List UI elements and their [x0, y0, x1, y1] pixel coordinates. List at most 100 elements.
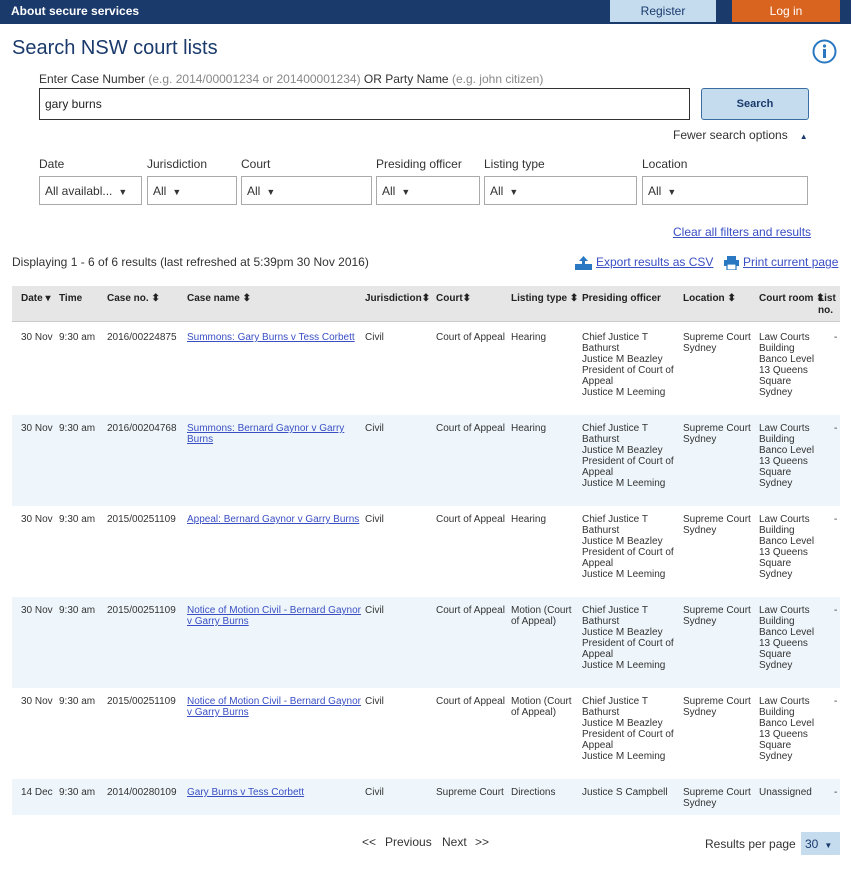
table-row: 14 Dec 9:30 am 2014/00280109 Gary Burns v T… — [12, 779, 840, 815]
dropdown-arrow-icon: ▼ — [824, 841, 833, 850]
case-name-link[interactable]: Summons: Bernard Gaynor v Garry Burns — [187, 423, 344, 445]
presiding-officer: Chief Justice T Bathurst — [582, 605, 648, 627]
case-name-link[interactable]: Summons: Gary Burns v Tess Corbett — [187, 332, 355, 343]
filter-listing-select[interactable]: All ▼ — [484, 176, 637, 205]
search-input[interactable] — [39, 88, 690, 120]
cell-court: Court of Appeal — [436, 514, 505, 525]
cell-date: 30 Nov — [21, 696, 53, 707]
clear-filters-link[interactable]: Clear all filters and results — [673, 225, 811, 239]
col-location[interactable]: Location ⬍ — [683, 293, 736, 305]
cell-case-name: Summons: Bernard Gaynor v Garry Burns — [187, 423, 362, 445]
cell-presiding: Chief Justice T Bathurst Justice M Beazle… — [582, 514, 682, 580]
filter-location-select[interactable]: All ▼ — [642, 176, 808, 205]
col-court-room[interactable]: Court room ⬍ — [759, 293, 825, 305]
cell-case-no: 2016/00204768 — [107, 423, 177, 434]
cell-case-no: 2014/00280109 — [107, 787, 177, 798]
filter-presiding-select[interactable]: All ▼ — [376, 176, 480, 205]
sort-icon: ⬍ — [242, 293, 251, 304]
col-jurisdiction[interactable]: Jurisdiction⬍ — [365, 293, 430, 305]
case-name-link[interactable]: Gary Burns v Tess Corbett — [187, 787, 304, 798]
next-page-link[interactable]: Next — [442, 835, 467, 849]
col-time: Time — [59, 293, 83, 304]
filter-location-label: Location — [642, 157, 688, 171]
export-csv-link[interactable]: Export results as CSV — [575, 255, 713, 270]
cell-case-name: Notice of Motion Civil - Bernard Gaynor … — [187, 605, 362, 627]
presiding-officer: Chief Justice T Bathurst — [582, 332, 648, 354]
cell-case-no: 2015/00251109 — [107, 696, 176, 707]
cell-list-no: - — [834, 332, 838, 343]
col-date[interactable]: Date ▾ — [21, 293, 51, 305]
table-row: 30 Nov 9:30 am 2015/00251109 Notice of Moti… — [12, 597, 840, 688]
top-bar: About secure services Register Log in — [0, 0, 851, 24]
col-case-no-label: Case no. — [107, 293, 149, 304]
cell-court: Supreme Court — [436, 787, 504, 798]
cell-presiding: Chief Justice T Bathurst Justice M Beazle… — [582, 605, 682, 671]
cell-case-name: Notice of Motion Civil - Bernard Gaynor … — [187, 696, 362, 718]
results-per-page-select[interactable]: 30 ▼ — [801, 832, 840, 855]
dropdown-arrow-icon: ▼ — [118, 187, 128, 197]
dropdown-arrow-icon: ▼ — [401, 187, 411, 197]
filter-listing-value: All — [490, 184, 504, 198]
cell-court-room: Unassigned — [759, 787, 812, 798]
page-title: Search NSW court lists — [12, 37, 218, 59]
cell-court-room: Law Courts Building Banco Level 13 Queen… — [759, 423, 815, 489]
cell-time: 9:30 am — [59, 423, 96, 434]
cell-list-no: - — [834, 787, 838, 798]
filter-jurisdiction-select[interactable]: All ▼ — [147, 176, 237, 205]
filter-location-value: All — [648, 184, 662, 198]
col-listing-type[interactable]: Listing type ⬍ — [511, 293, 578, 305]
presiding-officer: Justice M Beazley — [582, 627, 663, 638]
filter-date-value: All availabl... — [45, 184, 113, 198]
table-row: 30 Nov 9:30 am 2015/00251109 Appeal: Bernar… — [12, 506, 840, 597]
presiding-officer: Justice M Beazley — [582, 536, 663, 547]
sort-icon: ⬍ — [421, 293, 431, 304]
case-name-link[interactable]: Notice of Motion Civil - Bernard Gaynor … — [187, 605, 361, 627]
about-secure-services-link[interactable]: About secure services — [11, 4, 139, 18]
table-row: 30 Nov 9:30 am 2016/00224875 Summons: Gary … — [12, 324, 840, 415]
results-per-page-value: 30 — [805, 837, 819, 851]
case-name-link[interactable]: Notice of Motion Civil - Bernard Gaynor … — [187, 696, 361, 718]
filter-date-label: Date — [39, 157, 65, 171]
cell-case-name: Summons: Gary Burns v Tess Corbett — [187, 332, 362, 343]
print-page-link[interactable]: Print current page — [724, 255, 838, 270]
filter-court-select[interactable]: All ▼ — [241, 176, 372, 205]
cell-jurisdiction: Civil — [365, 514, 384, 525]
col-court[interactable]: Court⬍ — [436, 293, 471, 305]
col-list-no: List no. — [818, 293, 836, 317]
col-case-name[interactable]: Case name ⬍ — [187, 293, 251, 305]
search-label: Enter Case Number (e.g. 2014/00001234 or… — [39, 72, 543, 86]
presiding-officer: Justice M Leeming — [582, 387, 666, 398]
filter-date-select[interactable]: All availabl... ▼ — [39, 176, 142, 205]
case-name-link[interactable]: Appeal: Bernard Gaynor v Garry Burns — [187, 514, 359, 525]
fewer-search-options-toggle[interactable]: Fewer search options ▲ — [673, 128, 808, 142]
cell-listing-type: Hearing — [511, 514, 547, 525]
cell-case-no: 2015/00251109 — [107, 605, 176, 616]
login-button[interactable]: Log in — [732, 0, 840, 22]
first-page-link[interactable]: << — [362, 835, 376, 849]
col-case-no[interactable]: Case no. ⬍ — [107, 293, 160, 305]
previous-page-link[interactable]: Previous — [385, 835, 432, 849]
col-court-label: Court — [436, 293, 463, 304]
results-per-page-label: Results per page — [705, 837, 796, 851]
search-button[interactable]: Search — [701, 88, 809, 120]
cell-presiding: Chief Justice T Bathurst Justice M Beazle… — [582, 423, 682, 489]
print-page-label: Print current page — [743, 255, 839, 269]
cell-time: 9:30 am — [59, 514, 96, 525]
cell-date: 30 Nov — [21, 332, 53, 343]
cell-location: Supreme Court Sydney — [683, 423, 751, 445]
cell-case-no: 2015/00251109 — [107, 514, 176, 525]
cell-listing-type: Hearing — [511, 332, 547, 343]
search-label-hint-case: (e.g. 2014/00001234 or 201400001234) — [148, 72, 361, 86]
cell-court: Court of Appeal — [436, 332, 505, 343]
cell-listing-type: Motion (Court of Appeal) — [511, 605, 572, 627]
results-summary: Displaying 1 - 6 of 6 results (last refr… — [12, 255, 369, 269]
info-icon[interactable] — [812, 39, 837, 64]
table-row: 30 Nov 9:30 am 2016/00204768 Summons: Berna… — [12, 415, 840, 506]
col-case-name-label: Case name — [187, 293, 240, 304]
dropdown-arrow-icon: ▼ — [667, 187, 677, 197]
last-page-link[interactable]: >> — [475, 835, 489, 849]
cell-time: 9:30 am — [59, 332, 96, 343]
cell-court-room: Law Courts Building Banco Level 13 Queen… — [759, 696, 815, 762]
presiding-officer: Justice M Beazley — [582, 445, 663, 456]
register-button[interactable]: Register — [610, 0, 716, 22]
